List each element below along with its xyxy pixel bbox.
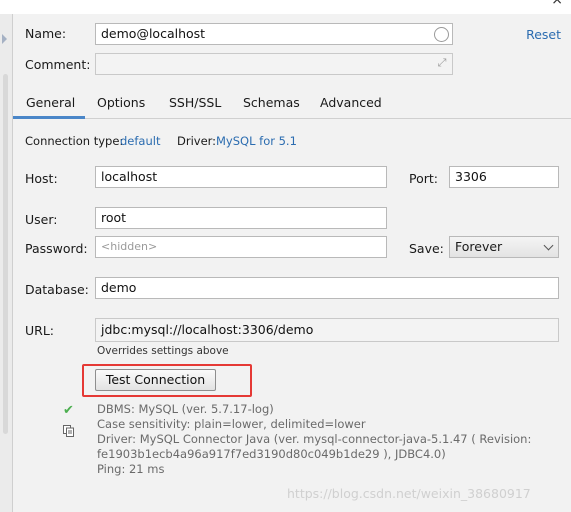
status-case-sensitivity: Case sensitivity: plain=lower, delimited… <box>97 417 366 431</box>
save-select-value: Forever <box>455 239 503 254</box>
tab-advanced[interactable]: Advanced <box>320 95 382 110</box>
user-label: User: <box>25 212 58 227</box>
database-label: Database: <box>25 282 89 297</box>
status-ping: Ping: 21 ms <box>97 462 165 476</box>
tab-bar: General Options SSH/SSL Schemas Advanced <box>13 88 571 119</box>
database-input[interactable]: demo <box>95 277 559 299</box>
host-input[interactable]: localhost <box>95 166 387 188</box>
driver-link[interactable]: MySQL for 5.1 <box>216 134 297 148</box>
connection-type-link[interactable]: default <box>120 134 160 148</box>
expand-icon[interactable]: ⤢ <box>436 57 448 69</box>
comment-input[interactable] <box>95 53 453 75</box>
url-note: Overrides settings above <box>97 345 229 357</box>
driver-label: Driver: <box>177 134 217 148</box>
status-revision: fe1903b1ecb4a96a917f7ed3190d80c049b1de29… <box>97 447 446 461</box>
check-icon: ✔ <box>63 403 74 418</box>
chevron-down-icon <box>543 240 554 251</box>
scrollbar[interactable] <box>3 74 8 434</box>
active-tab-indicator <box>13 116 85 119</box>
save-label: Save: <box>409 241 444 256</box>
save-select[interactable]: Forever <box>449 236 559 258</box>
status-dbms: DBMS: MySQL (ver. 5.7.17-log) <box>97 402 274 416</box>
copy-icon[interactable] <box>63 425 75 437</box>
password-input[interactable]: <hidden> <box>95 236 387 258</box>
tab-options[interactable]: Options <box>97 95 145 110</box>
tab-general[interactable]: General <box>26 95 75 110</box>
password-label: Password: <box>25 241 88 256</box>
url-label: URL: <box>25 323 55 338</box>
test-connection-button[interactable]: Test Connection <box>95 369 216 391</box>
expand-arrow-icon[interactable] <box>2 34 7 44</box>
user-input[interactable]: root <box>95 207 387 229</box>
tab-ssh-ssl[interactable]: SSH/SSL <box>169 95 221 110</box>
port-input[interactable]: 3306 <box>449 166 559 188</box>
title-strip: × <box>0 0 571 14</box>
connection-type-label: Connection type: <box>25 134 124 148</box>
tab-schemas[interactable]: Schemas <box>243 95 300 110</box>
close-icon[interactable]: × <box>551 0 563 8</box>
status-driver: Driver: MySQL Connector Java (ver. mysql… <box>97 432 532 446</box>
comment-label: Comment: <box>25 57 91 72</box>
host-label: Host: <box>25 171 58 186</box>
port-label: Port: <box>409 171 438 186</box>
left-gutter <box>0 14 13 512</box>
clear-icon[interactable] <box>434 27 449 42</box>
name-label: Name: <box>25 26 67 41</box>
watermark: https://blog.csdn.net/weixin_38680917 <box>287 486 531 501</box>
reset-link[interactable]: Reset <box>526 27 561 42</box>
url-input[interactable]: jdbc:mysql://localhost:3306/demo <box>95 318 559 342</box>
name-input[interactable]: demo@localhost <box>95 23 453 45</box>
